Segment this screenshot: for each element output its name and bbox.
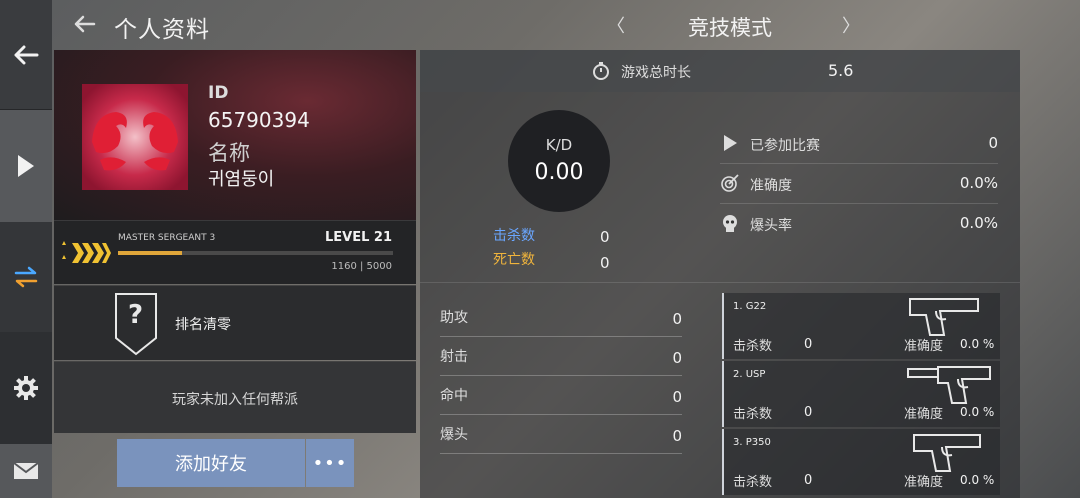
accuracy-value: 0.0% <box>959 174 998 192</box>
kd-label: K/D <box>545 136 573 154</box>
header: 个人资料 〈 竞技模式 〉 <box>52 0 1080 50</box>
target-icon <box>721 174 739 192</box>
weapon-kills-value: 0 <box>804 405 813 420</box>
hits-label: 命中 <box>440 388 468 404</box>
rank-level: LEVEL 21 <box>324 230 392 245</box>
headshot-rate-row: 爆头率 0.0% <box>720 204 998 244</box>
matches-row: 已参加比赛 0 <box>720 124 998 164</box>
play-button[interactable] <box>0 110 52 222</box>
playtime-label: 游戏总时长 <box>621 65 691 81</box>
left-rail <box>0 0 52 498</box>
unranked-shield-glyph: ? <box>128 300 144 330</box>
avatar[interactable] <box>82 84 188 190</box>
playtime-row: 游戏总时长 5.6 <box>420 50 1020 92</box>
more-options-button[interactable]: ••• <box>306 439 354 487</box>
kills-value: 0 <box>600 228 610 246</box>
clan-status-text: 玩家未加入任何帮派 <box>172 392 298 408</box>
weapon-accuracy-label: 准确度 <box>904 407 944 422</box>
headshot-rate-value: 0.0% <box>959 214 998 232</box>
weapon-accuracy-label: 准确度 <box>904 339 944 354</box>
shots-label: 射击 <box>440 349 468 365</box>
assists-row: 助攻 0 <box>440 299 682 337</box>
back-button[interactable] <box>0 0 52 110</box>
headshots-value: 0 <box>672 427 682 445</box>
weapon-card[interactable]: 1. G22 击杀数 0 准确度 0.0 % <box>722 293 1000 359</box>
weapon-kills-value: 0 <box>804 337 813 352</box>
xp-progress-bar <box>118 251 393 255</box>
rank-name: MASTER SERGEANT 3 <box>118 233 216 243</box>
weapon-name: 2. USP <box>733 369 766 380</box>
name-label: 名称 <box>208 141 250 165</box>
xp-text: 1160 | 5000 <box>331 261 392 272</box>
hits-row: 命中 0 <box>440 377 682 415</box>
clan-row: 玩家未加入任何帮派 <box>54 361 416 433</box>
id-value: 65790394 <box>208 108 310 132</box>
accuracy-row: 准确度 0.0% <box>720 164 998 204</box>
pistol-icon <box>913 434 981 472</box>
settings-button[interactable] <box>0 332 52 444</box>
page-title: 个人资料 <box>114 17 210 43</box>
weapon-card[interactable]: 2. USP 击杀数 0 准确度 0.0 % <box>722 361 1000 427</box>
back-arrow-icon <box>14 45 39 64</box>
weapon-accuracy-value: 0.0 % <box>960 473 995 487</box>
headshot-rate-label: 爆头率 <box>750 218 792 234</box>
ranking-row: ? 排名清零 <box>54 285 416 360</box>
headshot-skull-icon <box>723 215 737 232</box>
mode-next-button[interactable]: 〉 <box>842 12 860 38</box>
name-value: 귀염둥이 <box>208 169 275 190</box>
weapon-card[interactable]: 3. P350 击杀数 0 准确度 0.0 % <box>722 429 1000 495</box>
weapon-accuracy-label: 准确度 <box>904 475 944 490</box>
shots-row: 射击 0 <box>440 338 682 376</box>
hits-value: 0 <box>672 388 682 406</box>
kd-value: 0.00 <box>534 160 584 185</box>
gear-icon <box>14 376 38 400</box>
assists-label: 助攻 <box>440 310 468 326</box>
mail-button[interactable] <box>0 444 52 498</box>
mail-icon <box>13 462 39 479</box>
mode-title: 竞技模式 <box>688 16 772 40</box>
stats-divider <box>420 282 1020 283</box>
mode-prev-button[interactable]: 〈 <box>607 12 625 38</box>
weapon-kills-label: 击杀数 <box>733 339 773 354</box>
deaths-label: 死亡数 <box>493 252 535 268</box>
xp-progress-fill <box>118 251 182 255</box>
swap-button[interactable] <box>0 222 52 332</box>
weapon-name: 1. G22 <box>733 301 767 312</box>
stopwatch-icon <box>593 62 609 80</box>
shots-value: 0 <box>672 349 682 367</box>
rank-row: MASTER SERGEANT 3 LEVEL 21 1160 | 5000 <box>54 220 416 284</box>
weapon-accuracy-value: 0.0 % <box>960 405 995 419</box>
rank-chevron-icon <box>62 241 111 263</box>
swap-icon <box>14 266 38 288</box>
play-icon <box>18 155 34 177</box>
weapon-kills-value: 0 <box>804 473 813 488</box>
assists-value: 0 <box>672 310 682 328</box>
playtime-value: 5.6 <box>828 61 854 80</box>
avatar-emblem-icon <box>82 84 188 190</box>
ranking-reset-label: 排名清零 <box>175 317 231 333</box>
add-friend-button[interactable]: 添加好友 <box>117 439 305 487</box>
profile-card: ID 65790394 名称 귀염둥이 <box>54 50 416 220</box>
headshots-label: 爆头 <box>440 427 468 443</box>
silenced-pistol-icon <box>907 366 991 404</box>
headshots-row: 爆头 0 <box>440 416 682 454</box>
play-triangle-icon <box>724 135 737 151</box>
deaths-value: 0 <box>600 254 610 272</box>
weapon-accuracy-value: 0.0 % <box>960 337 995 351</box>
weapon-kills-label: 击杀数 <box>733 475 773 490</box>
kills-label: 击杀数 <box>493 228 535 244</box>
matches-label: 已参加比赛 <box>750 138 820 154</box>
accuracy-label: 准确度 <box>750 178 792 194</box>
weapon-kills-label: 击杀数 <box>733 407 773 422</box>
stats-panel: 游戏总时长 5.6 K/D 0.00 击杀数 0 死亡数 0 已参加比赛 0 准… <box>420 50 1020 498</box>
weapon-name: 3. P350 <box>733 437 771 448</box>
pistol-icon <box>909 298 979 336</box>
kd-circle: K/D 0.00 <box>508 110 610 212</box>
matches-value: 0 <box>988 134 998 152</box>
id-label: ID <box>208 83 229 103</box>
header-back-arrow-icon[interactable] <box>74 13 96 35</box>
